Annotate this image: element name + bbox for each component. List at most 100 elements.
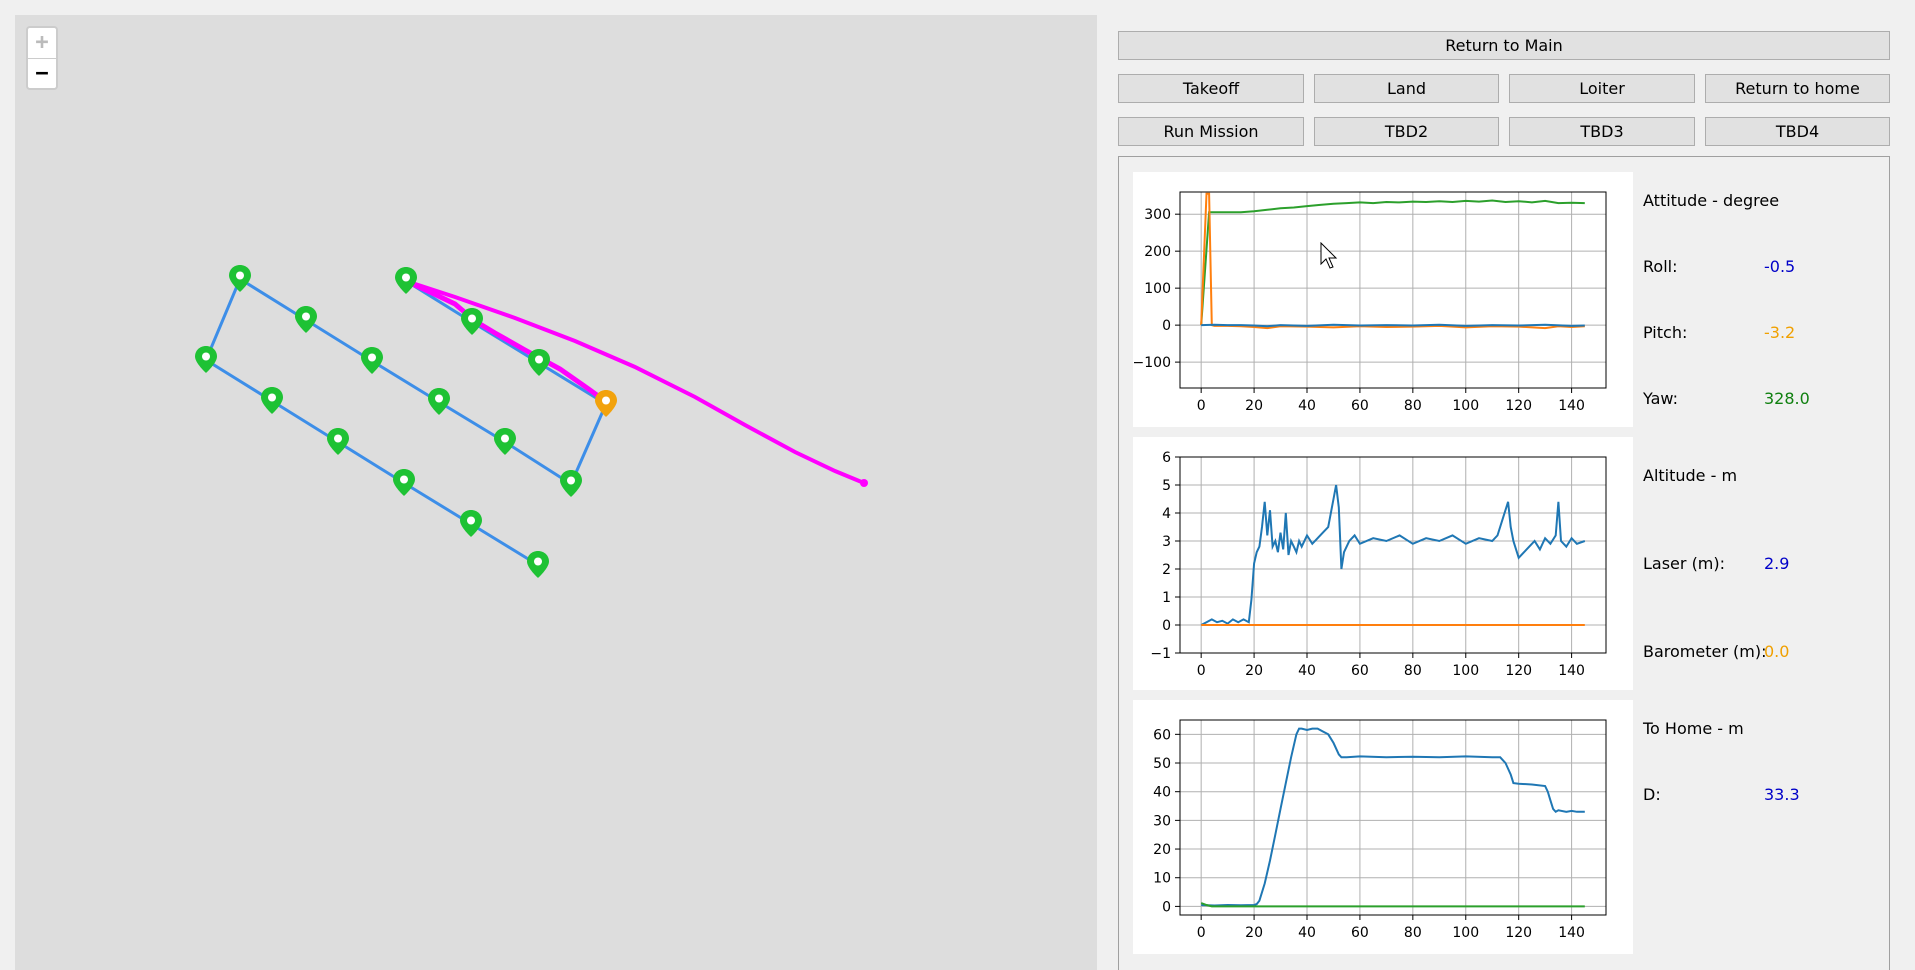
y-tick-label: 40 (1153, 785, 1171, 801)
to-home-series-0-line (1201, 727, 1585, 907)
tbd3-button[interactable]: TBD3 (1509, 117, 1695, 146)
laser-value: 2.9 (1764, 554, 1790, 573)
return-to-home-button[interactable]: Return to home (1705, 74, 1890, 103)
waypoint-marker-icon[interactable] (560, 470, 582, 497)
waypoint-marker-icon[interactable] (428, 388, 450, 415)
x-tick-label: 140 (1558, 398, 1585, 414)
roll-label: Roll: (1643, 257, 1678, 276)
zoom-out-button[interactable]: − (28, 58, 56, 88)
y-tick-label: 6 (1162, 450, 1171, 466)
land-button[interactable]: Land (1314, 74, 1499, 103)
attitude-plot: 0 20 40 60 80 100 120 140 −100 0 100 200 300 (1133, 172, 1633, 427)
plot-frame (1179, 456, 1607, 654)
takeoff-button[interactable]: Takeoff (1118, 74, 1304, 103)
y-tick-label: 200 (1144, 244, 1171, 260)
x-tick-label: 60 (1351, 398, 1369, 414)
mission-route-line (204, 276, 572, 567)
y-tick-label: 50 (1153, 756, 1171, 772)
tbd4-button[interactable]: TBD4 (1705, 117, 1890, 146)
altitude-plot: 0 20 40 60 80 100 120 140 −1 0 1 2 3 4 5 6 (1133, 437, 1633, 690)
waypoint-marker-icon[interactable] (528, 349, 550, 376)
pitch-value: -3.2 (1764, 323, 1796, 342)
zoom-in-button[interactable]: + (28, 28, 56, 58)
y-tick-label: 100 (1144, 281, 1171, 297)
attitude-series-0-line (1200, 199, 1585, 326)
x-tick-label: 20 (1245, 398, 1263, 414)
y-tick-label: 0 (1162, 618, 1171, 634)
loiter-button[interactable]: Loiter (1509, 74, 1695, 103)
laser-label: Laser (m): (1643, 554, 1726, 573)
y-tick-label: 300 (1144, 207, 1171, 223)
y-tick-label: −100 (1133, 355, 1171, 371)
y-tick-label: 5 (1162, 478, 1171, 494)
x-tick-label: 20 (1245, 925, 1263, 941)
y-tick-label: 10 (1153, 871, 1171, 887)
waypoint-marker-icon[interactable] (229, 265, 251, 292)
to-home-title: To Home - m (1643, 719, 1744, 738)
waypoint-marker-icon[interactable] (195, 346, 217, 373)
x-tick-label: 60 (1351, 663, 1369, 679)
map-view[interactable]: + − (15, 15, 1097, 970)
y-tick-label: 0 (1162, 899, 1171, 915)
y-tick-label: −1 (1150, 646, 1171, 662)
distance-label: D: (1643, 785, 1661, 804)
yaw-value: 328.0 (1764, 389, 1810, 408)
x-tick-label: 120 (1505, 398, 1532, 414)
map-overlay (195, 265, 868, 578)
x-tick-label: 100 (1452, 663, 1479, 679)
y-tick-label: 3 (1162, 534, 1171, 550)
waypoint-marker-icon[interactable] (393, 469, 415, 496)
waypoint-marker-icon[interactable] (494, 428, 516, 455)
x-tick-label: 0 (1197, 663, 1206, 679)
current-waypoint-marker-icon[interactable] (595, 390, 617, 417)
to-home-plot: 0 20 40 60 80 100 120 140 0 10 20 30 40 50 60 (1133, 700, 1633, 954)
waypoint-marker-icon[interactable] (361, 347, 383, 374)
y-tick-label: 60 (1153, 727, 1171, 743)
x-tick-label: 40 (1298, 398, 1316, 414)
attitude-series-2-line (1201, 323, 1585, 328)
altitude-series-0-line (1200, 484, 1586, 626)
return-to-main-button[interactable]: Return to Main (1118, 31, 1890, 60)
x-tick-label: 40 (1298, 663, 1316, 679)
x-tick-label: 60 (1351, 925, 1369, 941)
x-tick-label: 0 (1197, 398, 1206, 414)
x-tick-label: 0 (1197, 925, 1206, 941)
plot-frame (1179, 719, 1607, 916)
barometer-label: Barometer (m): (1643, 642, 1767, 661)
vehicle-position-marker (860, 479, 868, 487)
zoom-control: + − (26, 26, 58, 90)
x-tick-label: 120 (1505, 663, 1532, 679)
yaw-label: Yaw: (1643, 389, 1678, 408)
waypoint-marker-icon[interactable] (261, 387, 283, 414)
y-tick-label: 0 (1162, 318, 1171, 334)
x-tick-label: 100 (1452, 925, 1479, 941)
x-tick-label: 120 (1505, 925, 1532, 941)
mouse-cursor-icon (1320, 242, 1338, 269)
x-tick-label: 20 (1245, 663, 1263, 679)
waypoint-marker-icon[interactable] (527, 551, 549, 578)
barometer-value: 0.0 (1764, 642, 1790, 661)
tbd2-button[interactable]: TBD2 (1314, 117, 1499, 146)
y-tick-label: 1 (1162, 590, 1171, 606)
y-tick-label: 2 (1162, 562, 1171, 578)
x-tick-label: 80 (1404, 925, 1422, 941)
x-tick-label: 80 (1404, 398, 1422, 414)
waypoint-marker-icon[interactable] (327, 428, 349, 455)
x-tick-label: 80 (1404, 663, 1422, 679)
waypoint-marker-icon[interactable] (295, 306, 317, 333)
x-tick-label: 140 (1558, 925, 1585, 941)
roll-value: -0.5 (1764, 257, 1796, 276)
waypoint-marker-icon[interactable] (460, 510, 482, 537)
x-tick-label: 140 (1558, 663, 1585, 679)
attitude-title: Attitude - degree (1643, 191, 1780, 210)
waypoint-marker-icon[interactable] (395, 267, 417, 294)
plot-frame (1179, 191, 1607, 389)
distance-value: 33.3 (1764, 785, 1800, 804)
altitude-title: Altitude - m (1643, 466, 1738, 485)
y-tick-label: 4 (1162, 506, 1171, 522)
run-mission-button[interactable]: Run Mission (1118, 117, 1304, 146)
y-tick-label: 30 (1153, 813, 1171, 829)
waypoint-marker-icon[interactable] (461, 308, 483, 335)
x-tick-label: 100 (1452, 398, 1479, 414)
x-tick-label: 40 (1298, 925, 1316, 941)
